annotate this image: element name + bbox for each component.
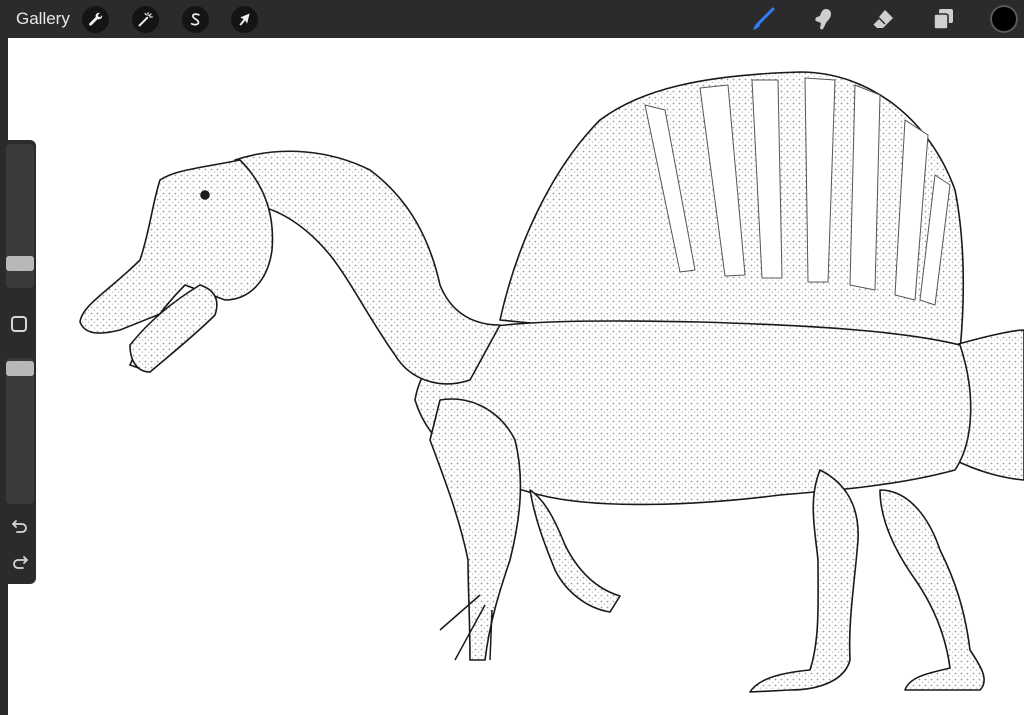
smudge-tool[interactable] [809, 6, 837, 32]
smudge-finger-icon [815, 9, 831, 30]
color-picker-swatch[interactable] [990, 5, 1018, 33]
actions-button[interactable] [82, 6, 109, 33]
magic-wand-icon [138, 12, 153, 27]
layers-button[interactable] [929, 6, 957, 32]
brush-tool[interactable] [750, 6, 778, 32]
brush-icon [753, 7, 775, 30]
transform-button[interactable] [231, 6, 258, 33]
layers-icon [933, 9, 953, 30]
top-toolbar: Gallery [0, 0, 1024, 38]
adjustments-button[interactable] [132, 6, 159, 33]
eraser-tool[interactable] [869, 6, 897, 32]
drawing-canvas[interactable] [8, 38, 1024, 715]
selection-s-icon [190, 13, 200, 26]
selection-button[interactable] [182, 6, 209, 33]
gallery-button[interactable]: Gallery [16, 9, 70, 29]
eraser-icon [872, 10, 893, 28]
arrow-cursor-icon [239, 13, 250, 26]
wrench-icon [89, 12, 103, 26]
spinosaurus-drawing [79, 71, 1024, 693]
